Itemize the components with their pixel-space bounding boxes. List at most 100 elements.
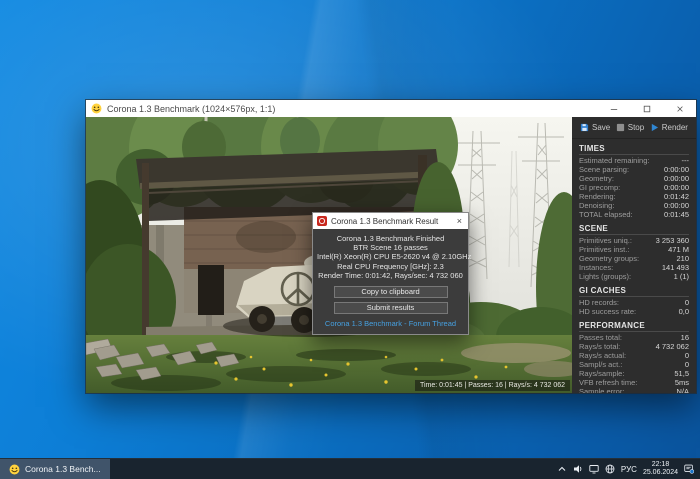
stat-value: 4 732 062 — [656, 342, 689, 351]
volume-icon[interactable] — [573, 464, 583, 474]
corona-logo-icon — [317, 216, 327, 226]
stat-label: Primitives uniq.: — [579, 236, 632, 245]
section-header: GI CACHES — [579, 286, 689, 297]
save-icon — [580, 123, 589, 132]
chevron-up-icon[interactable] — [557, 464, 567, 474]
dialog-close-icon[interactable]: × — [455, 216, 464, 226]
stat-value: 0:01:42 — [664, 192, 689, 201]
times-section: TIMES Estimated remaining:---Scene parsi… — [579, 144, 689, 219]
corona-smiley-icon — [91, 103, 102, 114]
stat-row: Primitives inst.: 471 M — [579, 245, 689, 254]
stat-label: Geometry: — [579, 174, 614, 183]
vfb-toolbar: Save Stop Render — [572, 117, 696, 139]
stat-value: 0:00:00 — [664, 201, 689, 210]
section-header: TIMES — [579, 144, 689, 155]
copy-to-clipboard-button[interactable]: Copy to clipboard — [334, 286, 448, 298]
minimize-button[interactable] — [597, 100, 630, 117]
stat-row: Passes total:16 — [579, 333, 689, 342]
stat-label: VFB refresh time: — [579, 378, 637, 387]
section-header: PERFORMANCE — [579, 321, 689, 332]
dialog-text-line: Render Time: 0:01:42, Rays/sec: 4 732 06… — [317, 271, 464, 280]
window-titlebar[interactable]: Corona 1.3 Benchmark (1024×576px, 1:1) — [86, 100, 696, 117]
render-play-icon — [650, 123, 659, 132]
taskbar: Corona 1.3 Bench... РУС 22:18 25.06.2024 — [0, 458, 700, 479]
stat-label: Instances: — [579, 263, 613, 272]
stat-label: HD success rate: — [579, 307, 636, 316]
action-center-icon[interactable] — [684, 464, 694, 474]
stat-label: Denoising: — [579, 201, 614, 210]
stat-value: 0:00:00 — [664, 183, 689, 192]
stat-label: TOTAL elapsed: — [579, 210, 633, 219]
stat-label: Sample error: — [579, 387, 624, 393]
stat-value: 141 493 — [662, 263, 689, 272]
corona-smiley-icon — [9, 464, 20, 475]
dialog-text-line: Real CPU Frequency [GHz]: 2.3 — [317, 262, 464, 271]
stat-label: GI precomp: — [579, 183, 620, 192]
stat-value: 5ms — [675, 378, 689, 387]
save-label: Save — [592, 123, 610, 132]
stat-row: Sampl/s act.:0 — [579, 360, 689, 369]
stat-value: 0 — [685, 298, 689, 307]
stat-label: Geometry groups: — [579, 254, 639, 263]
stat-value: 3 253 360 — [656, 236, 689, 245]
stat-row: Scene parsing:0:00:00 — [579, 165, 689, 174]
stat-label: Lights (groups): — [579, 272, 631, 281]
clock[interactable]: 22:18 25.06.2024 — [643, 461, 678, 477]
submit-results-button[interactable]: Submit results — [334, 302, 448, 314]
stat-value: --- — [682, 156, 690, 165]
stat-row: Geometry groups: 210 — [579, 254, 689, 263]
taskbar-corona-button[interactable]: Corona 1.3 Bench... — [0, 459, 110, 479]
performance-section: PERFORMANCE Passes total:16Rays/s total:… — [579, 321, 689, 393]
stat-value: 0:01:45 — [664, 210, 689, 219]
stat-label: Sampl/s act.: — [579, 360, 622, 369]
stat-row: VFB refresh time: 5ms — [579, 378, 689, 387]
network-globe-icon[interactable] — [605, 464, 615, 474]
close-button[interactable] — [663, 100, 696, 117]
render-button[interactable]: Render — [650, 123, 688, 132]
stat-value: 210 — [676, 254, 689, 263]
gi-caches-rows: HD records:0HD success rate:0,0 — [579, 298, 689, 316]
display-icon[interactable] — [589, 464, 599, 474]
stop-button[interactable]: Stop — [616, 123, 644, 132]
stop-label: Stop — [628, 123, 644, 132]
stat-row: Rays/sample: 51,5 — [579, 369, 689, 378]
dialog-text-line: BTR Scene 16 passes — [317, 243, 464, 252]
stat-label: Primitives inst.: — [579, 245, 629, 254]
vfb-sidebar: Save Stop Render — [572, 117, 696, 393]
stat-value: 1 (1) — [674, 272, 689, 281]
stat-value: 0:00:00 — [664, 165, 689, 174]
system-tray: РУС 22:18 25.06.2024 — [557, 459, 700, 479]
stat-value: 51,5 — [674, 369, 689, 378]
clock-time: 22:18 — [643, 461, 678, 469]
scene-rows: Primitives uniq.:3 253 360Primitives ins… — [579, 236, 689, 281]
window-title: Corona 1.3 Benchmark (1024×576px, 1:1) — [107, 104, 597, 114]
stat-row: Instances: 141 493 — [579, 263, 689, 272]
stat-row: Primitives uniq.: 3 253 360 — [579, 236, 689, 245]
save-button[interactable]: Save — [580, 123, 610, 132]
stat-label: Rays/sample: — [579, 369, 624, 378]
dialog-text-line: Corona 1.3 Benchmark Finished — [317, 234, 464, 243]
stat-label: Rays/s total: — [579, 342, 620, 351]
stat-row: HD records:0 — [579, 298, 689, 307]
dialog-title: Corona 1.3 Benchmark Result — [331, 217, 451, 226]
stat-row: GI precomp: 0:00:00 — [579, 183, 689, 192]
stat-row: Denoising: 0:00:00 — [579, 201, 689, 210]
stat-label: Rendering: — [579, 192, 616, 201]
dialog-titlebar[interactable]: Corona 1.3 Benchmark Result × — [313, 213, 468, 229]
window-controls — [597, 100, 696, 117]
stop-icon — [616, 123, 625, 132]
stat-row: Rays/s actual: 0 — [579, 351, 689, 360]
language-indicator[interactable]: РУС — [621, 465, 637, 474]
dialog-body: Corona 1.3 Benchmark FinishedBTR Scene 1… — [313, 229, 468, 334]
stat-value: 0 — [685, 351, 689, 360]
section-header: SCENE — [579, 224, 689, 235]
desktop: Corona 1.3 Benchmark (1024×576px, 1:1) — [0, 0, 700, 479]
stat-row: TOTAL elapsed: 0:01:45 — [579, 210, 689, 219]
stat-value: 471 M — [668, 245, 689, 254]
maximize-button[interactable] — [630, 100, 663, 117]
dialog-text-line: Intel(R) Xeon(R) CPU E5-2620 v4 @ 2.10GH… — [317, 252, 464, 261]
task-button-label: Corona 1.3 Bench... — [25, 464, 101, 474]
stat-row: Sample error:N/A — [579, 387, 689, 393]
stat-label: Rays/s actual: — [579, 351, 626, 360]
forum-thread-link[interactable]: Corona 1.3 Benchmark - Forum Thread — [317, 319, 464, 328]
